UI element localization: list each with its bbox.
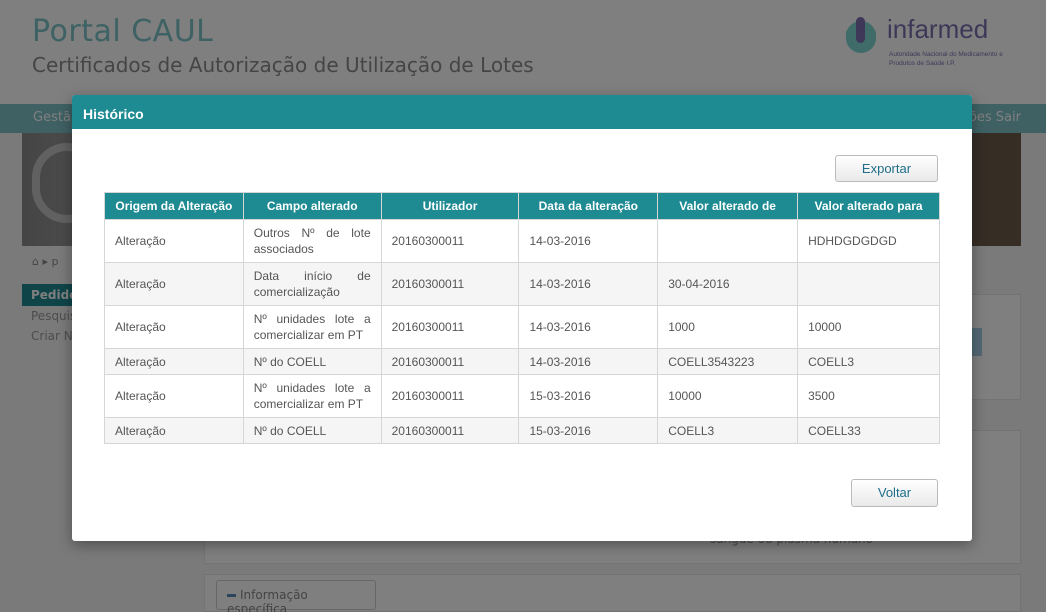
table-cell: 20160300011 (380, 262, 520, 306)
table-cell: Nº do COELL (242, 417, 382, 444)
table-cell: Alteração (104, 305, 244, 349)
table-cell: Data início de comercialização (242, 262, 382, 306)
table-cell: HDHDGDGDGD (797, 219, 940, 263)
table-cell: COELL3543223 (657, 348, 799, 375)
table-cell: Nº unidades lote a comercializar em PT (242, 374, 382, 418)
table-header-row: Origem da Alteração Campo alterado Utili… (104, 192, 940, 220)
table-cell: 14-03-2016 (518, 348, 659, 375)
table-cell: 3500 (797, 374, 940, 418)
table-row: Alteração Nº unidades lote a comercializ… (104, 305, 940, 349)
export-button[interactable]: Exportar (835, 155, 938, 182)
table-cell: 10000 (797, 305, 940, 349)
table-cell: 20160300011 (380, 305, 520, 349)
table-cell: 20160300011 (380, 374, 520, 418)
table-cell: Alteração (104, 417, 244, 444)
table-cell: 14-03-2016 (518, 262, 659, 306)
table-cell: 14-03-2016 (518, 305, 659, 349)
table-cell: 30-04-2016 (657, 262, 799, 306)
table-cell: 14-03-2016 (518, 219, 659, 263)
column-header[interactable]: Utilizador (380, 192, 520, 220)
table-cell: Outros Nº de lote associados (242, 219, 382, 263)
table-cell: 1000 (657, 305, 799, 349)
table-cell: Alteração (104, 219, 244, 263)
table-cell: 20160300011 (380, 219, 520, 263)
modal-title: Histórico (83, 106, 144, 122)
table-cell: 15-03-2016 (518, 417, 659, 444)
table-cell: Nº do COELL (242, 348, 382, 375)
table-row: Alteração Outros Nº de lote associados 2… (104, 219, 940, 263)
table-row: Alteração Data início de comercialização… (104, 262, 940, 306)
table-cell: Alteração (104, 374, 244, 418)
historico-modal: Histórico Exportar Origem da Alteração C… (72, 95, 972, 541)
table-row: Alteração Nº do COELL 20160300011 15-03-… (104, 417, 940, 444)
table-cell: COELL3 (657, 417, 799, 444)
table-cell: Alteração (104, 262, 244, 306)
table-cell: COELL33 (797, 417, 940, 444)
column-header[interactable]: Data da alteração (518, 192, 659, 220)
column-header[interactable]: Campo alterado (242, 192, 382, 220)
table-cell: COELL3 (797, 348, 940, 375)
table-cell (797, 262, 940, 306)
table-cell: Alteração (104, 348, 244, 375)
table-cell: Nº unidades lote a comercializar em PT (242, 305, 382, 349)
table-cell: 15-03-2016 (518, 374, 659, 418)
table-cell: 20160300011 (380, 348, 520, 375)
table-cell: 20160300011 (380, 417, 520, 444)
table-cell: 10000 (657, 374, 799, 418)
table-row: Alteração Nº unidades lote a comercializ… (104, 374, 940, 418)
column-header[interactable]: Valor alterado para (797, 192, 940, 220)
modal-header: Histórico (72, 95, 972, 129)
column-header[interactable]: Valor alterado de (657, 192, 799, 220)
table-cell (657, 219, 799, 263)
table-row: Alteração Nº do COELL 20160300011 14-03-… (104, 348, 940, 375)
historico-table: Origem da Alteração Campo alterado Utili… (104, 192, 940, 444)
column-header[interactable]: Origem da Alteração (104, 192, 244, 220)
back-button[interactable]: Voltar (851, 479, 938, 507)
